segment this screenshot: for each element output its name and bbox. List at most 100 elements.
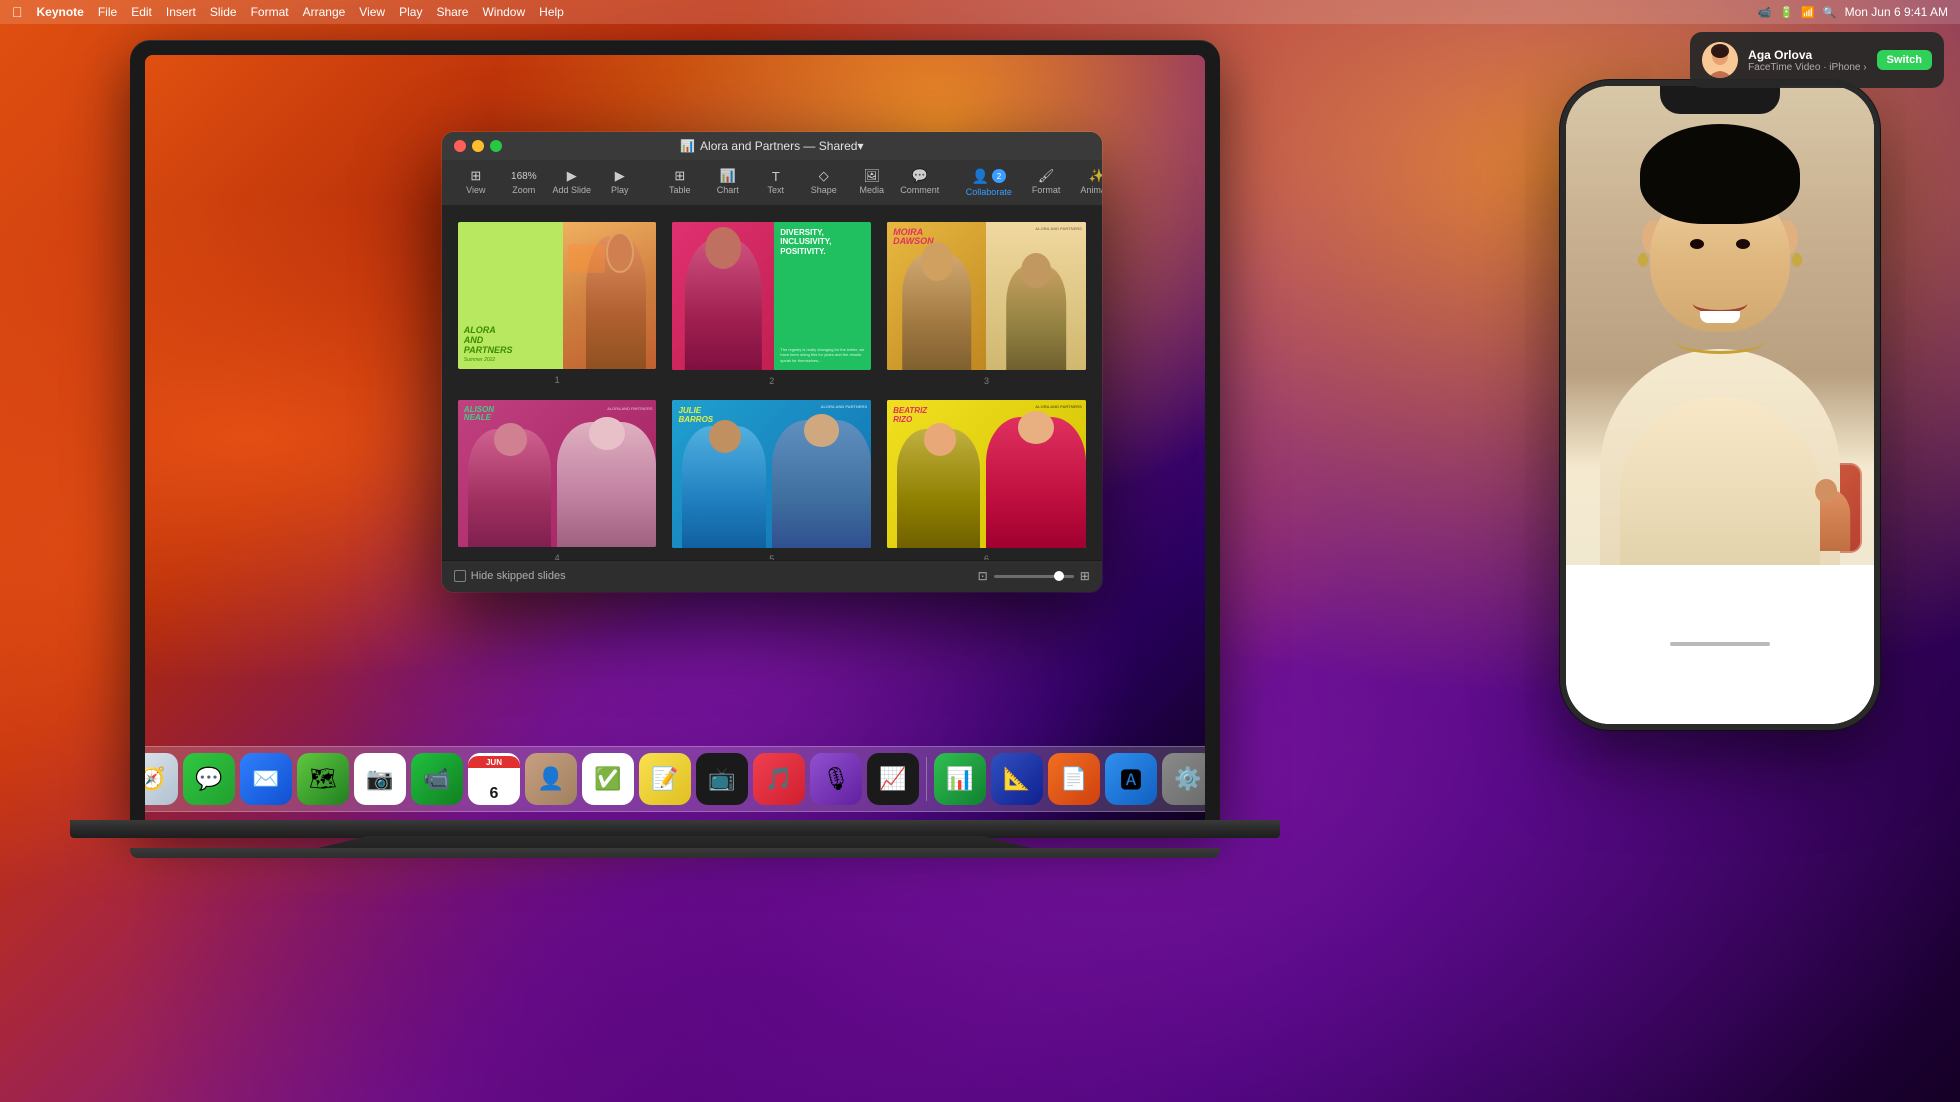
iphone-volume-down-button[interactable]: [1560, 234, 1564, 294]
dock-mail[interactable]: ✉️: [240, 753, 292, 805]
fullscreen-button[interactable]: [490, 140, 502, 152]
menu-format[interactable]: Format: [251, 5, 289, 19]
iphone: [1560, 80, 1880, 730]
slides-grid: ALORAANDPARTNERS Summer 2022: [442, 206, 1102, 560]
toolbar-collaborate[interactable]: 👤 2 Collaborate: [958, 164, 1020, 201]
toolbar-text[interactable]: T Text: [754, 165, 798, 199]
iphone-power-button[interactable]: [1876, 206, 1880, 266]
dock-maps[interactable]: 🗺: [297, 753, 349, 805]
dock-appstore[interactable]: 🅰: [1105, 753, 1157, 805]
facetime-switch-button[interactable]: Switch: [1877, 50, 1932, 70]
add-slide-label: Add Slide: [553, 185, 592, 195]
hide-skipped-checkbox[interactable]: [454, 570, 466, 582]
menu-play[interactable]: Play: [399, 5, 422, 19]
wifi-icon: 📶: [1801, 6, 1815, 19]
menu-share[interactable]: Share: [436, 5, 468, 19]
dock-calendar[interactable]: JUN 6: [468, 753, 520, 805]
dock-numbers[interactable]: 📊: [934, 753, 986, 805]
slide6-person1-head: [924, 423, 956, 456]
slide-design-3: MOIRADAWSON ALORA AND PARTNERS: [887, 222, 1086, 370]
iphone-mute-button[interactable]: [1560, 166, 1564, 192]
toolbar-chart[interactable]: 📊 Chart: [706, 165, 750, 199]
keynote-window: 📊 Alora and Partners — Shared▾ ⊞ View 16…: [442, 132, 1102, 592]
slide1-left: ALORAANDPARTNERS Summer 2022: [458, 222, 563, 370]
search-menu-icon[interactable]: 🔍: [1823, 6, 1837, 19]
slide3-person2-head: [1021, 253, 1051, 289]
media-label: Media: [860, 185, 885, 195]
zoom-in-button[interactable]: ⊞: [1080, 569, 1090, 583]
format-label: Format: [1032, 185, 1061, 195]
slide1-title: ALORAANDPARTNERS: [464, 326, 557, 356]
window-title-text: Alora and Partners — Shared▾: [700, 139, 863, 153]
slide3-brand: ALORA AND PARTNERS: [1035, 226, 1082, 231]
menu-window[interactable]: Window: [482, 5, 525, 19]
slide-thumb-4[interactable]: ALISONNEALE ALORA AND PARTNERS: [456, 398, 659, 550]
menu-arrange[interactable]: Arrange: [303, 5, 346, 19]
toolbar-shape[interactable]: ◇ Shape: [802, 165, 846, 199]
zoom-controls: ⊡ ⊞: [978, 569, 1090, 583]
slide-thumb-6[interactable]: BEATRIZRIZO ALORA AND PARTNERS: [885, 398, 1088, 550]
slide-thumb-1[interactable]: ALORAANDPARTNERS Summer 2022: [456, 220, 659, 372]
dock-appletv[interactable]: 📺: [696, 753, 748, 805]
zoom-label: Zoom: [512, 185, 535, 195]
slide-design-1: ALORAANDPARTNERS Summer 2022: [458, 222, 657, 370]
menu-keynote[interactable]: Keynote: [37, 5, 84, 19]
slide6-name: BEATRIZRIZO: [893, 406, 927, 424]
toolbar-view[interactable]: ⊞ View: [454, 165, 498, 199]
apple-logo-icon[interactable]: : [12, 4, 23, 20]
menu-view[interactable]: View: [359, 5, 385, 19]
toolbar-play[interactable]: ▶ Play: [598, 165, 642, 199]
toolbar-add-slide[interactable]: ▶ Add Slide: [550, 165, 594, 199]
slide4-name: ALISONNEALE: [464, 406, 494, 424]
close-button[interactable]: [454, 140, 466, 152]
slide-thumb-3[interactable]: MOIRADAWSON ALORA AND PARTNERS: [885, 220, 1088, 372]
slide-thumb-2[interactable]: DIVERSITY,INCLUSIVITY,POSITIVITY. The re…: [670, 220, 873, 372]
dock-systemprefs[interactable]: ⚙️: [1162, 753, 1205, 805]
slide5-person1-head: [709, 420, 741, 453]
caller-necklace: [1675, 329, 1765, 354]
dock-pages[interactable]: 📄: [1048, 753, 1100, 805]
traffic-lights: [454, 140, 502, 152]
slide-thumb-5[interactable]: JULIEBARROS ALORA AND PARTNERS: [670, 398, 873, 550]
menu-insert[interactable]: Insert: [166, 5, 196, 19]
menu-edit[interactable]: Edit: [131, 5, 152, 19]
dock-messages[interactable]: 💬: [183, 753, 235, 805]
hide-skipped-slides[interactable]: Hide skipped slides: [454, 570, 566, 582]
slide-num-2: 2: [769, 376, 774, 386]
dock-facetime[interactable]: 📹: [411, 753, 463, 805]
dock-stocks[interactable]: 📈: [867, 753, 919, 805]
toolbar-animate[interactable]: ✨ Animate: [1072, 165, 1101, 199]
dock-keynote[interactable]: 📐: [991, 753, 1043, 805]
toolbar-format[interactable]: 🖌 Format: [1024, 165, 1069, 199]
minimize-button[interactable]: [472, 140, 484, 152]
toolbar-media[interactable]: 🖼 Media: [850, 165, 894, 199]
slide6-person1-head-area: [897, 423, 982, 456]
dock-notes[interactable]: 📝: [639, 753, 691, 805]
battery-icon: 🔋: [1779, 6, 1793, 19]
menu-file[interactable]: File: [98, 5, 117, 19]
zoom-thumb: [1054, 571, 1064, 581]
iphone-volume-up-button[interactable]: [1560, 186, 1564, 222]
title-bar: 📊 Alora and Partners — Shared▾: [442, 132, 1102, 160]
camera-notch: [615, 45, 735, 55]
zoom-out-button[interactable]: ⊡: [978, 569, 988, 583]
zoom-slider[interactable]: [994, 575, 1074, 578]
laptop-base: [70, 820, 1280, 838]
shape-icon: ◇: [815, 169, 833, 183]
toolbar-table[interactable]: ⊞ Table: [658, 165, 702, 199]
dock-reminders[interactable]: ✅: [582, 753, 634, 805]
dock-podcasts[interactable]: 🎙: [810, 753, 862, 805]
menu-slide[interactable]: Slide: [210, 5, 237, 19]
iphone-notch: [1660, 86, 1780, 114]
dock-photos[interactable]: 📷: [354, 753, 406, 805]
slide4-brand: ALORA AND PARTNERS: [607, 406, 652, 411]
dock-safari[interactable]: 🧭: [145, 753, 178, 805]
menu-help[interactable]: Help: [539, 5, 564, 19]
toolbar-zoom[interactable]: 168% Zoom: [502, 165, 546, 199]
dock-music[interactable]: 🎵: [753, 753, 805, 805]
dock-contacts[interactable]: 👤: [525, 753, 577, 805]
menu-bar-right: 📹 🔋 📶 🔍 Mon Jun 6 9:41 AM: [1758, 5, 1948, 19]
collaborate-icon: 👤: [972, 168, 989, 185]
toolbar-comment[interactable]: 💬 Comment: [898, 165, 942, 199]
comment-label: Comment: [900, 185, 939, 195]
